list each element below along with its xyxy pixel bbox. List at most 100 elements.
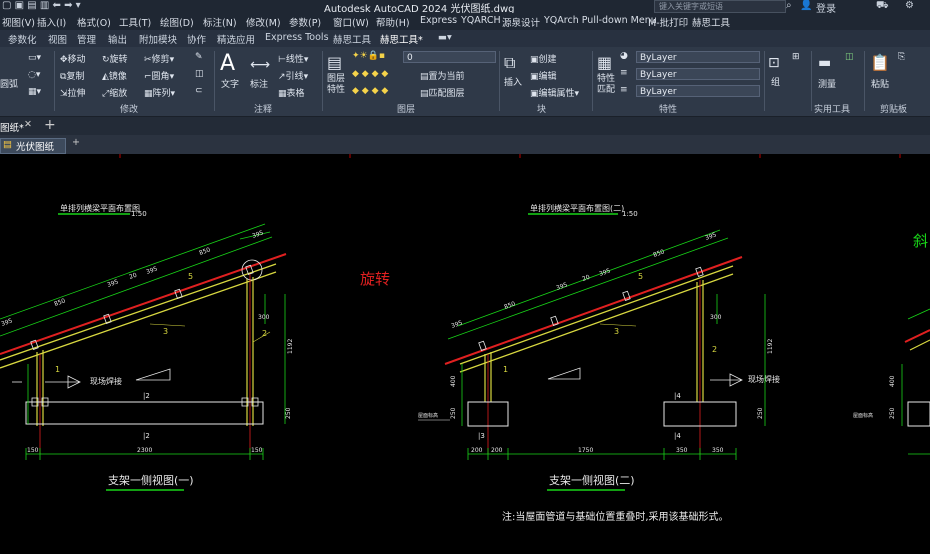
arc-button[interactable]: 圆弧 [0,77,18,90]
edit-attributes-button[interactable]: ▣编辑属性▾ [530,86,579,99]
lineweight-dropdown[interactable]: ByLayer [636,85,760,97]
text-icon[interactable]: A [220,51,235,76]
text-button[interactable]: 文字 [221,77,239,90]
explode-icon[interactable]: ◫ [195,69,204,79]
menu-draw[interactable]: 绘图(D) [160,15,194,29]
array-button[interactable]: ▦阵列▾ [144,86,175,99]
measure-icon[interactable]: ▬ [818,55,831,71]
mirror-button[interactable]: ◭镜像 [102,69,127,82]
rectangle-icon[interactable]: ▭▾ [28,53,41,63]
drawing-canvas[interactable]: 单排列横梁平面布置图 1:50 395 850 395 20 395 850 3… [0,154,930,554]
scale-button[interactable]: ⤢缩放 [102,86,127,99]
dimension-button[interactable]: 标注 [250,77,268,90]
menu-dimension[interactable]: 标注(N) [203,15,237,29]
file-tab-current[interactable]: 图纸* [0,120,24,134]
menu-yqarch-pulldown[interactable]: YQArch Pull-down Menu [544,15,657,26]
set-current-button[interactable]: ▤置为当前 [420,69,465,82]
linear-button[interactable]: ⊢线性▾ [278,52,308,65]
scale-label: 缩放 [109,89,128,99]
tab-featured-apps[interactable]: 精选应用 [217,32,255,46]
table-button[interactable]: ▦表格 [278,86,305,99]
menu-insert[interactable]: 插入(I) [37,15,66,29]
menu-hesi-tools[interactable]: 赫思工具 [692,15,730,29]
match-properties-button[interactable]: 特性 匹配 [597,74,615,96]
hatch-icon[interactable]: ▦▾ [28,87,41,97]
menu-modify[interactable]: 修改(M) [246,15,281,29]
menu-yuanquan[interactable]: 源泉设计 [502,15,540,29]
tab-hesi-tools-active[interactable]: 赫思工具* [380,32,423,46]
clipboard-tools-icons[interactable]: ⎘ [898,52,905,62]
stretch-button[interactable]: ⇲拉伸 [60,86,86,99]
leader-button[interactable]: ↗引线▾ [278,69,308,82]
group-tools-icons[interactable]: ⊞ [792,52,800,62]
search-input[interactable]: 键入关键字或短语 [654,0,786,13]
linetype-icon[interactable]: ≡ [620,68,628,78]
offset-icon[interactable]: ⊂ [195,86,203,96]
layer-tools-row1[interactable]: ◆ ◆ ◆ ◆ [352,69,388,79]
menu-window[interactable]: 窗口(W) [333,15,369,29]
color-dropdown[interactable]: ByLayer [636,51,760,63]
measure-button[interactable]: 测量 [818,77,836,90]
edit-block-button[interactable]: ▣编辑 [530,69,557,82]
linetype-dropdown[interactable]: ByLayer [636,68,760,80]
menu-view[interactable]: 视图(V) [2,15,35,29]
layer-dropdown[interactable]: 0 [403,51,496,63]
utility-icons[interactable]: ◫ [845,52,854,62]
cart-icon[interactable]: ⛟ [876,0,889,13]
separator [214,51,215,111]
circle-icon[interactable]: ◌▾ [28,70,40,80]
quick-access-toolbar[interactable]: ▢ ▣ ▤ ▥ ⬅ ➡ ▾ [2,0,81,11]
menu-parametric[interactable]: 参数(P) [289,15,321,29]
move-button[interactable]: ✥移动 [60,52,86,65]
dimension-icon[interactable]: ⟷ [250,57,270,73]
group-icon[interactable]: ⊡ [768,55,780,71]
tab-express-tools[interactable]: Express Tools [265,32,329,43]
add-document-icon[interactable]: + [72,137,80,148]
search-icon[interactable]: ⌕ [786,0,792,11]
close-tab-icon[interactable]: ✕ [24,119,32,130]
group-button[interactable]: 组 [771,75,780,88]
settings-icon[interactable]: ⚙ [905,0,914,11]
tab-manage[interactable]: 管理 [77,32,96,46]
menu-format[interactable]: 格式(O) [77,15,111,29]
erase-icon[interactable]: ✎ [195,52,203,62]
support-view-two: 单排列横梁平面布置图(二) 1:50 395 850 395 20 395 85… [418,203,780,523]
paste-button[interactable]: 粘贴 [871,77,889,90]
tab-output[interactable]: 输出 [108,32,127,46]
menu-help[interactable]: 帮助(H) [376,15,410,29]
tab-collaborate[interactable]: 协作 [187,32,206,46]
menu-batch-print[interactable]: M-批打印 [648,15,688,29]
lineweight-icon[interactable]: ≡ [620,85,628,95]
layer-properties-button[interactable]: 图层 特性 [327,74,345,96]
trim-button[interactable]: ✂修剪▾ [144,52,174,65]
tab-overflow-icon[interactable]: ▬▾ [438,32,452,43]
insert-icon[interactable]: ⧉ [504,53,515,73]
dim-395a: 395 [0,317,13,328]
tab-addins[interactable]: 附加模块 [139,32,177,46]
fillet-button[interactable]: ⌐圆角▾ [144,69,174,82]
color-wheel-icon[interactable]: ◕ [620,51,628,61]
tab-hesi-tools[interactable]: 赫思工具 [333,32,371,46]
separator [811,51,812,111]
create-block-button[interactable]: ▣创建 [530,52,557,65]
insert-button[interactable]: 插入 [504,75,522,88]
mirror-label: 镜像 [108,72,127,82]
match-layer-button[interactable]: ▤匹配图层 [420,86,465,99]
new-tab-icon[interactable]: + [44,117,56,133]
layer-tools-row2[interactable]: ◆ ◆ ◆ ◆ [352,86,388,96]
user-icon[interactable]: 👤 [800,0,812,11]
menu-yqarch[interactable]: YQARCH [461,15,501,26]
separator [864,51,865,111]
layer-state-icons[interactable]: ✦☀🔒▪ [352,51,385,61]
separator [592,51,593,111]
tab-parametric[interactable]: 参数化 [8,32,37,46]
menu-express[interactable]: Express [420,15,457,26]
layer-properties-icon[interactable]: ▤ [327,53,342,72]
rotate-button[interactable]: ↻旋转 [102,52,128,65]
paste-icon[interactable]: 📋 [870,53,890,72]
v2-dim-850a: 850 [503,300,516,311]
menu-tools[interactable]: 工具(T) [119,15,151,29]
copy-button[interactable]: ⧉复制 [60,69,84,82]
match-properties-icon[interactable]: ▦ [597,53,612,72]
tab-view[interactable]: 视图 [48,32,67,46]
